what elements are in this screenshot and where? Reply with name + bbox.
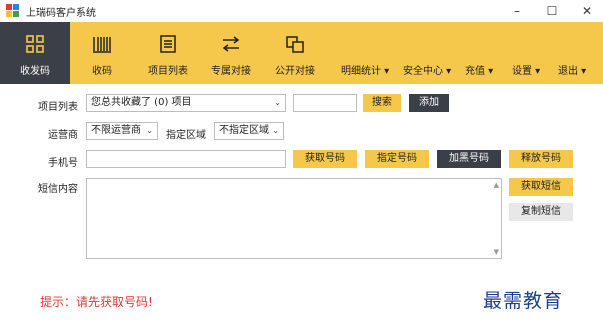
nav-receive[interactable]: 收码 — [76, 22, 128, 84]
search-button[interactable]: 搜索 — [363, 94, 401, 112]
minimize-button[interactable]: – — [500, 0, 534, 22]
scroll-down-icon[interactable]: ▼ — [494, 248, 499, 256]
nav-label: 专属对接 — [211, 66, 251, 77]
close-button[interactable]: ✕ — [570, 0, 603, 22]
chevron-down-icon: ⌄ — [274, 98, 281, 107]
nav-dedicated-docking[interactable]: 专属对接 — [203, 22, 259, 84]
chevron-down-icon: ⌄ — [146, 126, 153, 135]
maximize-button[interactable]: ☐ — [535, 0, 569, 22]
phone-input[interactable] — [86, 150, 286, 168]
project-search-input[interactable] — [293, 94, 357, 112]
grid-icon — [26, 35, 44, 53]
release-number-button[interactable]: 释放号码 — [509, 150, 573, 168]
window-title: 上瑞码客户系统 — [26, 8, 96, 19]
get-sms-button[interactable]: 获取短信 — [509, 178, 573, 196]
swap-icon — [222, 36, 240, 52]
sms-content-label: 短信内容 — [38, 184, 78, 195]
nav-send-receive[interactable]: 收发码 — [0, 22, 70, 84]
menu-logout[interactable]: 退出 ▾ — [558, 62, 586, 77]
project-list-label: 项目列表 — [38, 102, 78, 113]
copy-sms-button[interactable]: 复制短信 — [509, 203, 573, 221]
carrier-select-value: 不限运营商 — [91, 125, 141, 136]
title-bar: 上瑞码客户系统 – ☐ ✕ — [0, 0, 603, 22]
blacklist-number-button[interactable]: 加黑号码 — [437, 150, 501, 168]
nav-label: 公开对接 — [275, 66, 315, 77]
menu-security-center[interactable]: 安全中心 ▾ — [403, 62, 451, 77]
chevron-down-icon: ⌄ — [272, 126, 279, 135]
nav-public-docking[interactable]: 公开对接 — [267, 22, 323, 84]
specify-number-button[interactable]: 指定号码 — [365, 150, 429, 168]
main-toolbar: 收发码 收码 项目列表 专属对接 公开对接 明细统计 ▾ 安全中心 ▾ 充值 ▾… — [0, 22, 603, 84]
region-select[interactable]: 不指定区域 ⌄ — [214, 122, 284, 140]
menu-statistics[interactable]: 明细统计 ▾ — [341, 62, 389, 77]
sms-content-textarea[interactable]: ▲ ▼ — [86, 178, 502, 259]
nav-label: 项目列表 — [148, 66, 188, 77]
carrier-label: 运营商 — [48, 130, 78, 141]
menu-settings[interactable]: 设置 ▾ — [512, 62, 540, 77]
nav-label: 收码 — [92, 66, 112, 77]
barcode-icon — [93, 37, 111, 53]
region-select-value: 不指定区域 — [219, 125, 269, 136]
list-icon — [160, 35, 176, 53]
hint-message: 提示：请先获取号码! — [40, 295, 153, 309]
region-label: 指定区域 — [166, 130, 206, 141]
app-logo-icon — [6, 4, 20, 18]
get-number-button[interactable]: 获取号码 — [293, 150, 357, 168]
menu-recharge[interactable]: 充值 ▾ — [465, 62, 493, 77]
scroll-up-icon[interactable]: ▲ — [494, 181, 499, 189]
carrier-select[interactable]: 不限运营商 ⌄ — [86, 122, 158, 140]
phone-label: 手机号 — [48, 158, 78, 169]
project-select[interactable]: 您总共收藏了 (0) 项目 ⌄ — [86, 94, 286, 112]
project-select-value: 您总共收藏了 (0) 项目 — [91, 97, 192, 108]
add-button[interactable]: 添加 — [409, 94, 449, 112]
nav-project-list[interactable]: 项目列表 — [140, 22, 196, 84]
watermark: 最需教育 — [483, 290, 564, 312]
link-icon — [286, 36, 304, 53]
nav-label: 收发码 — [20, 66, 50, 77]
